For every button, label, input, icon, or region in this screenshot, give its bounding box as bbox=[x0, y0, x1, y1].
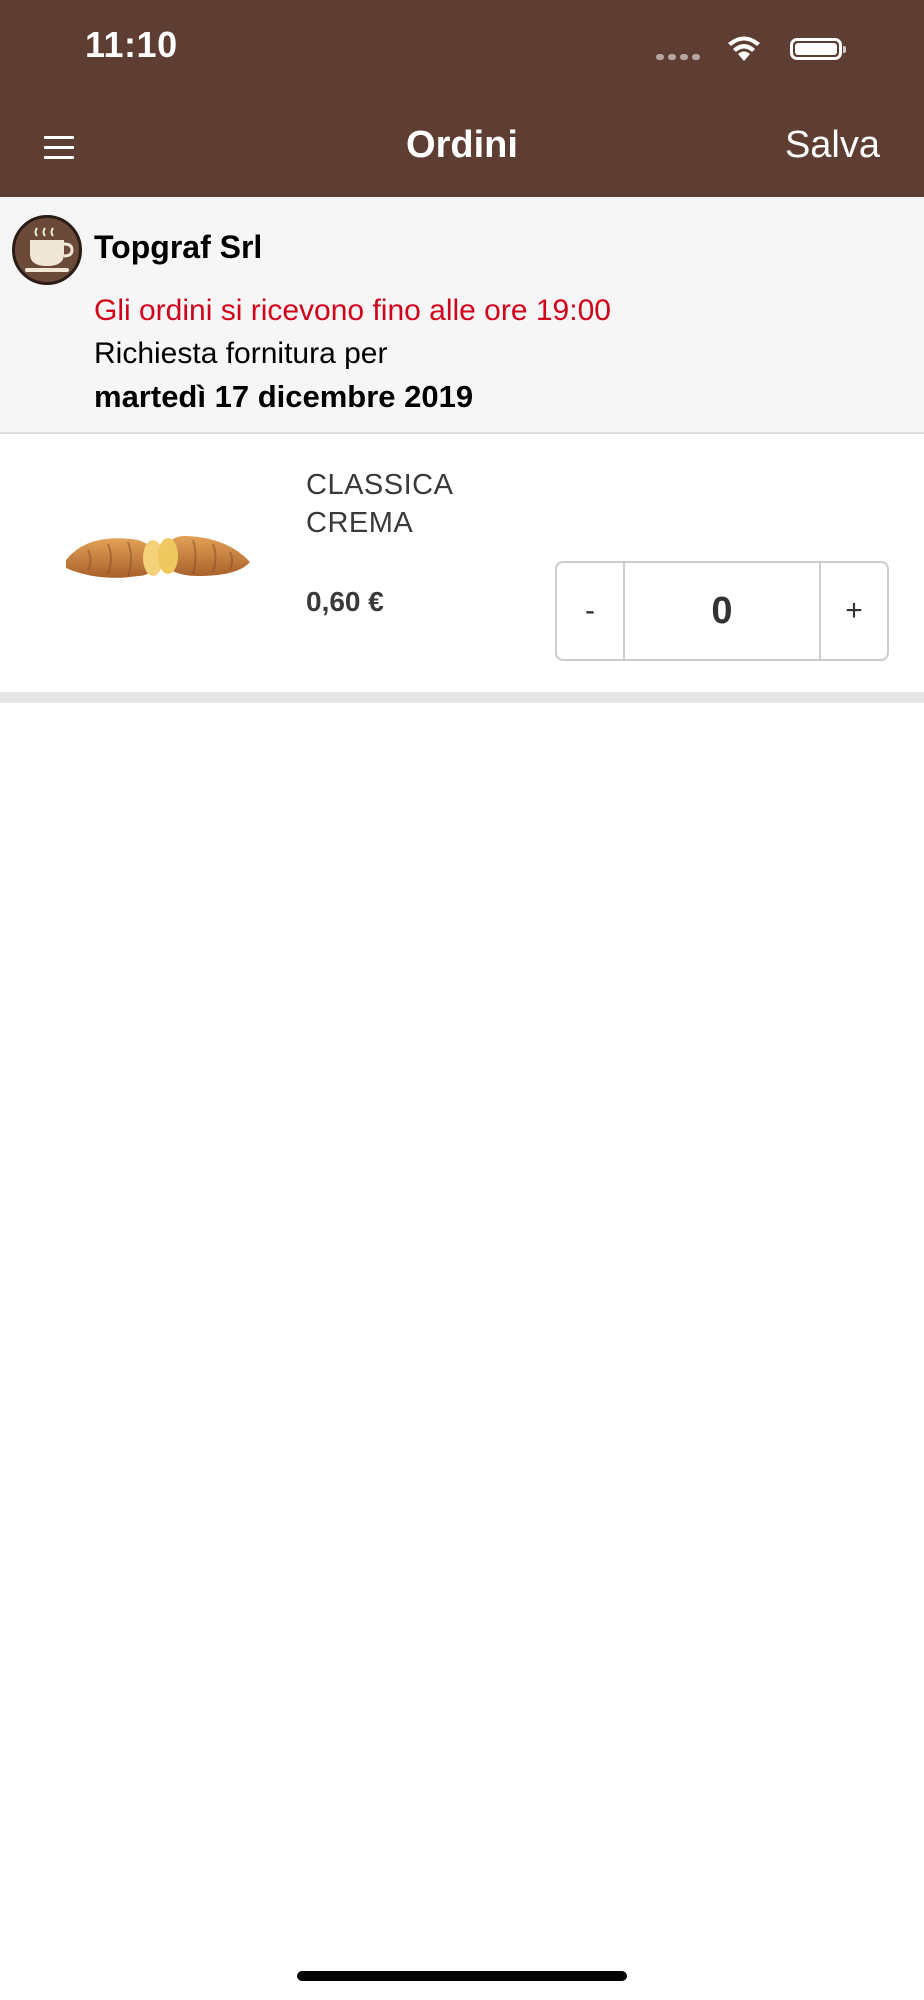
coffee-cup-icon bbox=[12, 215, 82, 285]
order-deadline-notice: Gli ordini si ricevono fino alle ore 19:… bbox=[94, 294, 611, 327]
signal-icon bbox=[656, 54, 700, 60]
list-separator bbox=[0, 692, 924, 703]
delivery-date: martedì 17 dicembre 2019 bbox=[94, 379, 474, 414]
quantity-field[interactable]: 0 bbox=[625, 563, 819, 659]
increment-button[interactable]: + bbox=[819, 563, 887, 659]
product-row: CLASSICA CREMA 0,60 € - 0 + bbox=[0, 434, 924, 692]
top-bar: 11:10 Ordini Salva bbox=[0, 0, 924, 197]
battery-icon bbox=[790, 38, 846, 60]
product-name: CLASSICA CREMA bbox=[306, 466, 453, 542]
status-icons bbox=[656, 34, 876, 66]
product-price: 0,60 € bbox=[306, 586, 384, 617]
croissant-image bbox=[66, 535, 250, 578]
order-info-header: Topgraf Srl Gli ordini si ricevono fino … bbox=[0, 197, 924, 434]
home-indicator[interactable] bbox=[297, 1971, 627, 1981]
product-name-line2: CREMA bbox=[306, 507, 414, 539]
save-button[interactable]: Salva bbox=[785, 124, 880, 167]
status-time: 11:10 bbox=[85, 24, 178, 65]
request-label: Richiesta fornitura per bbox=[94, 337, 388, 370]
decrement-button[interactable]: - bbox=[557, 563, 625, 659]
company-name: Topgraf Srl bbox=[94, 229, 263, 265]
quantity-stepper: - 0 + bbox=[555, 561, 889, 661]
product-name-line1: CLASSICA bbox=[306, 469, 454, 501]
wifi-icon bbox=[728, 36, 760, 61]
